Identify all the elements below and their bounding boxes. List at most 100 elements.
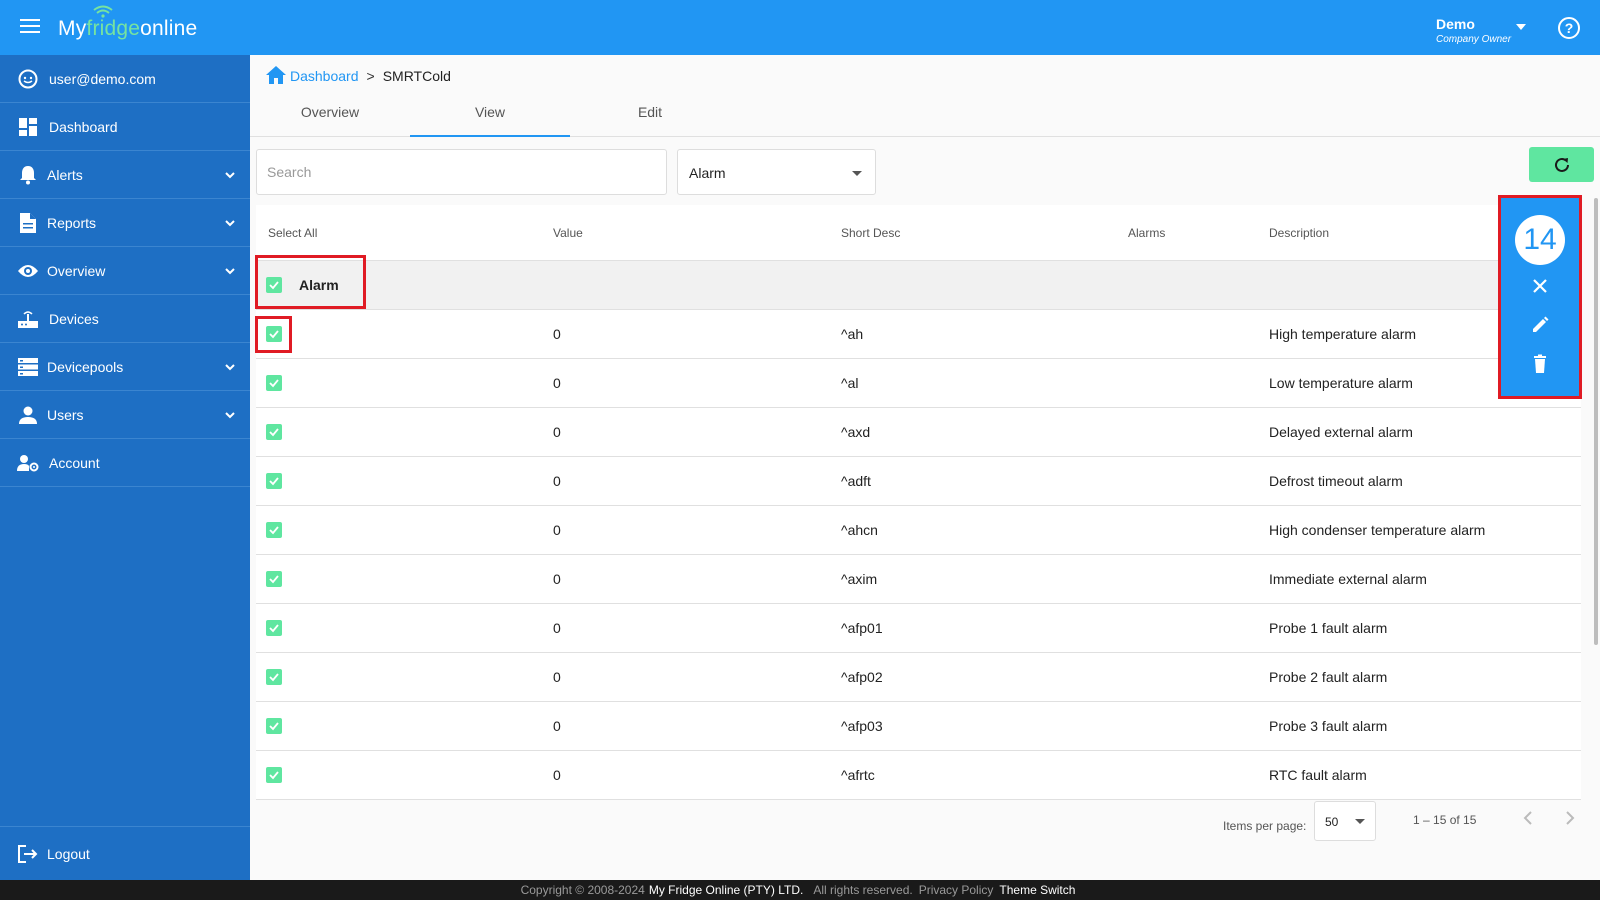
row-checkbox[interactable]: [266, 718, 282, 734]
user-role: Company Owner: [1436, 34, 1512, 45]
row-checkbox[interactable]: [266, 522, 282, 538]
account-email: user@demo.com: [49, 70, 156, 87]
chevron-down-icon[interactable]: [1516, 24, 1526, 30]
items-per-page-select[interactable]: 50: [1314, 801, 1376, 841]
category-select[interactable]: Alarm: [677, 149, 876, 195]
description-cell: Probe 3 fault alarm: [1269, 718, 1388, 734]
scrollbar[interactable]: [1594, 198, 1598, 645]
table-row[interactable]: 0 ^axd Delayed external alarm: [256, 408, 1581, 457]
description-cell: High temperature alarm: [1269, 326, 1417, 342]
logout-label: Logout: [47, 845, 90, 862]
sidebar-item-devicepools[interactable]: Devicepools: [0, 343, 250, 391]
description-cell: Immediate external alarm: [1269, 571, 1427, 587]
row-checkbox[interactable]: [266, 620, 282, 636]
dashboard-icon: [17, 116, 39, 138]
table-row[interactable]: 0 ^afrtc RTC fault alarm: [256, 751, 1581, 800]
table-row[interactable]: 0 ^ahcn High condenser temperature alarm: [256, 506, 1581, 555]
value-cell: 0: [553, 522, 561, 538]
breadcrumb-home-link[interactable]: Dashboard: [290, 68, 359, 84]
footer-company: My Fridge Online (PTY) LTD.: [648, 883, 804, 897]
menu-icon[interactable]: [20, 19, 40, 35]
tab-edit[interactable]: Edit: [570, 92, 730, 137]
value-cell: 0: [553, 326, 561, 342]
breadcrumb: Dashboard > SMRTCold: [266, 65, 451, 87]
check-icon: [269, 477, 279, 486]
group-row-alarm[interactable]: Alarm: [256, 261, 1581, 310]
sidebar-item-overview[interactable]: Overview: [0, 247, 250, 295]
user-menu[interactable]: Demo Company Owner: [1436, 16, 1511, 45]
category-select-value: Alarm: [689, 165, 726, 181]
theme-switch-link[interactable]: Theme Switch: [999, 883, 1075, 897]
breadcrumb-separator: >: [366, 68, 375, 84]
sidebar-item-label: Overview: [47, 262, 106, 279]
previous-page-icon[interactable]: [1521, 810, 1537, 826]
refresh-icon: [1554, 157, 1569, 172]
caret-down-icon: [1355, 819, 1365, 824]
main-content: Dashboard > SMRTCold Overview View Edit …: [250, 55, 1600, 880]
table-row[interactable]: 0 ^afp02 Probe 2 fault alarm: [256, 653, 1581, 702]
home-icon[interactable]: [266, 66, 286, 84]
sidebar-item-users[interactable]: Users: [0, 391, 250, 439]
row-checkbox[interactable]: [266, 669, 282, 685]
person-icon: [17, 404, 39, 426]
selection-action-panel: 14: [1498, 195, 1582, 399]
table-row[interactable]: 0 ^adft Defrost timeout alarm: [256, 457, 1581, 506]
sidebar-item-label: Account: [49, 454, 100, 471]
edit-icon[interactable]: [1530, 315, 1550, 335]
table-row[interactable]: 0 ^afp03 Probe 3 fault alarm: [256, 702, 1581, 751]
row-checkbox[interactable]: [266, 767, 282, 783]
table-row[interactable]: 0 ^axim Immediate external alarm: [256, 555, 1581, 604]
short-desc-cell: ^afp01: [841, 620, 883, 636]
sidebar-item-label: Alerts: [47, 166, 83, 183]
row-checkbox[interactable]: [266, 473, 282, 489]
sidebar-item-alerts[interactable]: Alerts: [0, 151, 250, 199]
value-cell: 0: [553, 718, 561, 734]
short-desc-cell: ^al: [841, 375, 859, 391]
description-cell: Defrost timeout alarm: [1269, 473, 1403, 489]
value-cell: 0: [553, 424, 561, 440]
help-icon[interactable]: ?: [1558, 17, 1580, 39]
close-icon[interactable]: [1530, 276, 1550, 296]
sidebar-item-dashboard[interactable]: Dashboard: [0, 103, 250, 151]
tab-overview[interactable]: Overview: [250, 92, 410, 137]
sidebar-account-email[interactable]: user@demo.com: [0, 55, 250, 103]
sidebar-item-devices[interactable]: Devices: [0, 295, 250, 343]
check-icon: [269, 526, 279, 535]
check-icon: [269, 722, 279, 731]
highlight-row-checkbox: [255, 316, 292, 353]
short-desc-cell: ^axd: [841, 424, 871, 440]
footer-copyright: Copyright © 2008-2024: [520, 883, 645, 897]
short-desc-cell: ^axim: [841, 571, 878, 587]
search-input[interactable]: [256, 149, 667, 195]
next-page-icon[interactable]: [1561, 810, 1577, 826]
router-icon: [17, 308, 39, 330]
sidebar-item-label: Reports: [47, 214, 97, 231]
document-icon: [17, 212, 39, 234]
app-logo[interactable]: Myfridgeonline: [58, 17, 197, 41]
items-per-page-value: 50: [1325, 815, 1339, 829]
check-icon: [269, 771, 279, 780]
table-row[interactable]: 0 ^afp01 Probe 1 fault alarm: [256, 604, 1581, 653]
refresh-button[interactable]: [1529, 147, 1594, 182]
short-desc-cell: ^ahcn: [841, 522, 878, 538]
sidebar: user@demo.com Dashboard Alerts Reports O…: [0, 55, 250, 880]
breadcrumb-current: SMRTCold: [382, 68, 451, 84]
select-all-header[interactable]: Select All: [268, 226, 317, 240]
table-row[interactable]: 0 ^al Low temperature alarm: [256, 359, 1581, 408]
privacy-policy-link[interactable]: Privacy Policy: [919, 883, 994, 897]
sidebar-item-reports[interactable]: Reports: [0, 199, 250, 247]
table-row[interactable]: 0 ^ah High temperature alarm: [256, 310, 1581, 359]
row-checkbox[interactable]: [266, 571, 282, 587]
tab-view[interactable]: View: [410, 92, 570, 137]
row-checkbox[interactable]: [266, 424, 282, 440]
row-checkbox[interactable]: [266, 375, 282, 391]
person-gear-icon: [17, 452, 39, 474]
sidebar-item-label: Devicepools: [47, 358, 124, 375]
delete-icon[interactable]: [1530, 354, 1550, 374]
value-cell: 0: [553, 767, 561, 783]
logout-button[interactable]: Logout: [0, 826, 250, 880]
tab-bar: Overview View Edit: [250, 92, 1600, 137]
sidebar-item-account[interactable]: Account: [0, 439, 250, 487]
pagination-range: 1 – 15 of 15: [1413, 813, 1477, 827]
chevron-down-icon: [225, 171, 235, 178]
